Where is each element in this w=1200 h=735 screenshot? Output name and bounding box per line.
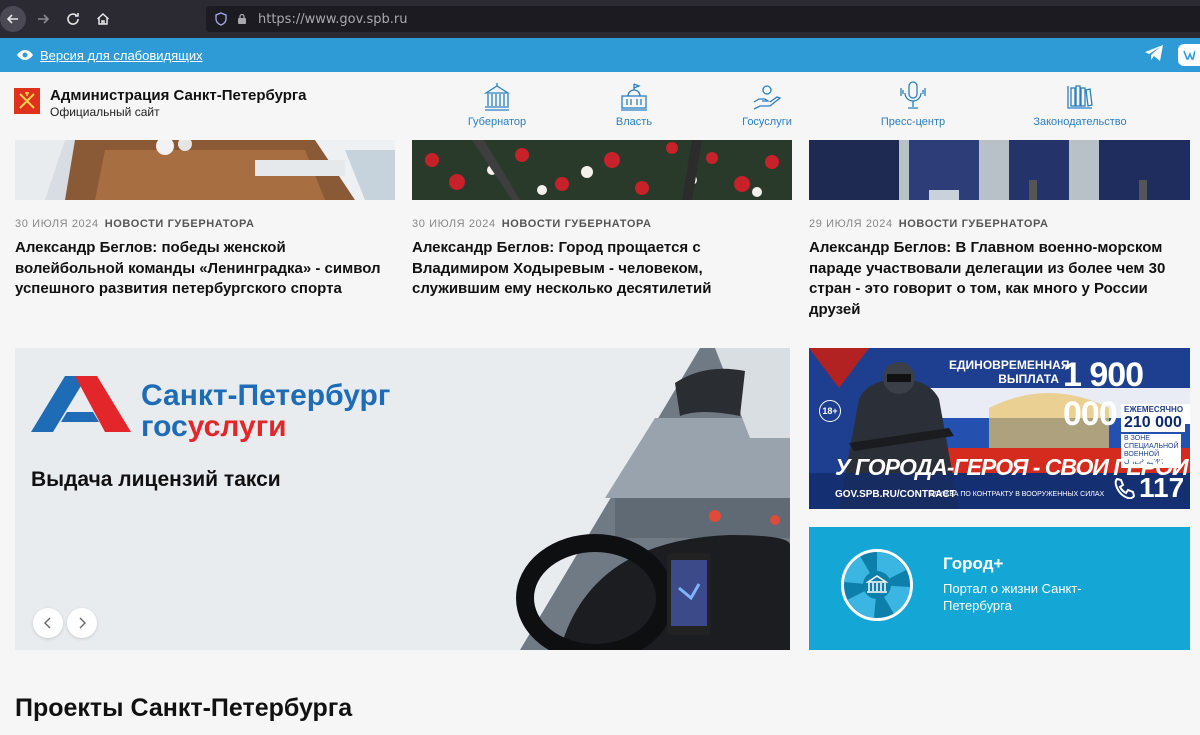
banner-photo <box>516 348 790 650</box>
gorod-plus-portal-ad[interactable]: Город+ Портал о жизни Санкт-Петербурга <box>809 527 1190 650</box>
forward-button[interactable] <box>30 6 56 32</box>
arrow-right-icon <box>38 14 50 24</box>
gorod-plus-logo-icon <box>841 549 913 621</box>
banner-caption[interactable]: Выдача лицензий такси <box>31 468 281 492</box>
news-meta: 29 ИЮЛЯ 2024 НОВОСТИ ГУБЕРНАТОРА <box>809 218 1049 230</box>
brand-uslugi: услуги <box>187 410 287 443</box>
news-category-link[interactable]: НОВОСТИ ГУБЕРНАТОРА <box>899 218 1049 230</box>
gosuslugi-banner[interactable]: Санкт-Петербург госуслуги Выдача лицензи… <box>15 348 790 650</box>
phone-icon <box>1114 477 1135 499</box>
contract-service-ad[interactable]: ЕДИНОВРЕМЕННАЯ ВЫПЛАТА 1 900 000 ЕЖЕМЕСЯ… <box>809 348 1190 509</box>
brand-city-name: Санкт-Петербург <box>141 379 391 412</box>
news-image[interactable] <box>412 140 792 200</box>
vk-icon[interactable] <box>1178 44 1200 66</box>
news-meta: 30 ИЮЛЯ 2024 НОВОСТИ ГУБЕРНАТОРА <box>15 218 255 230</box>
telegram-icon[interactable] <box>1144 44 1164 67</box>
slider-prev-button[interactable] <box>33 608 63 638</box>
ad-phone: 117 <box>1113 472 1184 504</box>
url-text: https://www.gov.spb.ru <box>258 11 408 27</box>
news-date: 30 ИЮЛЯ 2024 <box>15 218 99 230</box>
news-image[interactable] <box>15 140 395 200</box>
nav-item-gosuslugi[interactable]: Госуслуги <box>712 80 822 128</box>
home-icon <box>96 12 110 25</box>
gorod-plus-title: Город+ <box>943 554 1004 573</box>
nav-item-power[interactable]: Власть <box>579 80 689 128</box>
hand-service-icon <box>712 80 822 112</box>
brand-gosuslugi: госуслуги <box>141 412 390 442</box>
shield-icon <box>215 12 227 26</box>
news-category-link[interactable]: НОВОСТИ ГУБЕРНАТОРА <box>502 218 652 230</box>
nav-item-label: Власть <box>615 116 653 128</box>
back-button[interactable] <box>0 6 26 32</box>
ad-service-text: СЛУЖБА ПО КОНТРАКТУ В ВООРУЖЕННЫХ СИЛАХ <box>929 491 1105 498</box>
law-books-icon <box>1025 80 1135 112</box>
accessibility-bar: Версия для слабовидящих <box>0 38 1200 72</box>
lock-icon <box>238 13 246 24</box>
social-links <box>1144 38 1200 72</box>
main-navigation: Губернатор Власть Госуслуги Пресс-центр … <box>440 80 1180 136</box>
news-meta: 30 ИЮЛЯ 2024 НОВОСТИ ГУБЕРНАТОРА <box>412 218 652 230</box>
nav-item-governor[interactable]: Губернатор <box>442 80 552 128</box>
site-subtitle: Официальный сайт <box>50 105 160 119</box>
eye-icon <box>16 49 34 61</box>
news-title-link[interactable]: Александр Беглов: Город прощается с Влад… <box>412 238 792 300</box>
gorod-plus-subtitle: Портал о жизни Санкт-Петербурга <box>943 581 1082 613</box>
chevron-left-icon <box>44 617 51 629</box>
gosuslugi-logo-icon <box>31 376 131 432</box>
brand-gos: гос <box>141 410 188 443</box>
reload-button[interactable] <box>60 6 86 32</box>
nav-item-label: Пресс-центр <box>880 116 946 128</box>
reload-icon <box>67 13 79 25</box>
banner-brand: Санкт-Петербург госуслуги <box>141 380 390 442</box>
site-title[interactable]: Администрация Санкт-Петербурга <box>50 87 307 104</box>
ad-payment-label: ЕДИНОВРЕМЕННАЯ ВЫПЛАТА <box>949 358 1070 386</box>
arrow-left-icon <box>6 14 18 24</box>
home-button[interactable] <box>90 6 116 32</box>
nav-item-label: Губернатор <box>467 116 527 128</box>
news-title-link[interactable]: Александр Беглов: В Главном военно-морск… <box>809 238 1179 320</box>
browser-toolbar: https://www.gov.spb.ru <box>0 0 1200 38</box>
low-vision-version-link[interactable]: Версия для слабовидящих <box>40 48 203 63</box>
site-header: Администрация Санкт-Петербурга Официальн… <box>0 72 1200 140</box>
projects-section-title: Проекты Санкт-Петербурга <box>15 694 353 722</box>
ad-monthly-amount: 210 000 <box>1121 414 1185 432</box>
nav-item-label: Законодательство <box>1033 116 1127 128</box>
ad-phone-number: 117 <box>1139 472 1185 503</box>
age-rating-badge: 18+ <box>819 400 841 422</box>
news-title-link[interactable]: Александр Беглов: победы женской волейбо… <box>15 238 395 300</box>
news-image[interactable] <box>809 140 1190 200</box>
government-building-icon <box>579 80 689 112</box>
news-date: 29 ИЮЛЯ 2024 <box>809 218 893 230</box>
governor-building-icon <box>442 80 552 112</box>
nav-item-label: Госуслуги <box>742 116 792 128</box>
news-category-link[interactable]: НОВОСТИ ГУБЕРНАТОРА <box>105 218 255 230</box>
chevron-right-icon <box>79 617 86 629</box>
nav-item-legislation[interactable]: Законодательство <box>1025 80 1135 128</box>
news-date: 30 ИЮЛЯ 2024 <box>412 218 496 230</box>
address-bar[interactable]: https://www.gov.spb.ru <box>206 6 1200 32</box>
nav-item-press-center[interactable]: Пресс-центр <box>858 80 968 128</box>
slider-next-button[interactable] <box>67 608 97 638</box>
spb-emblem-logo[interactable] <box>14 88 40 114</box>
microphone-icon <box>858 80 968 112</box>
